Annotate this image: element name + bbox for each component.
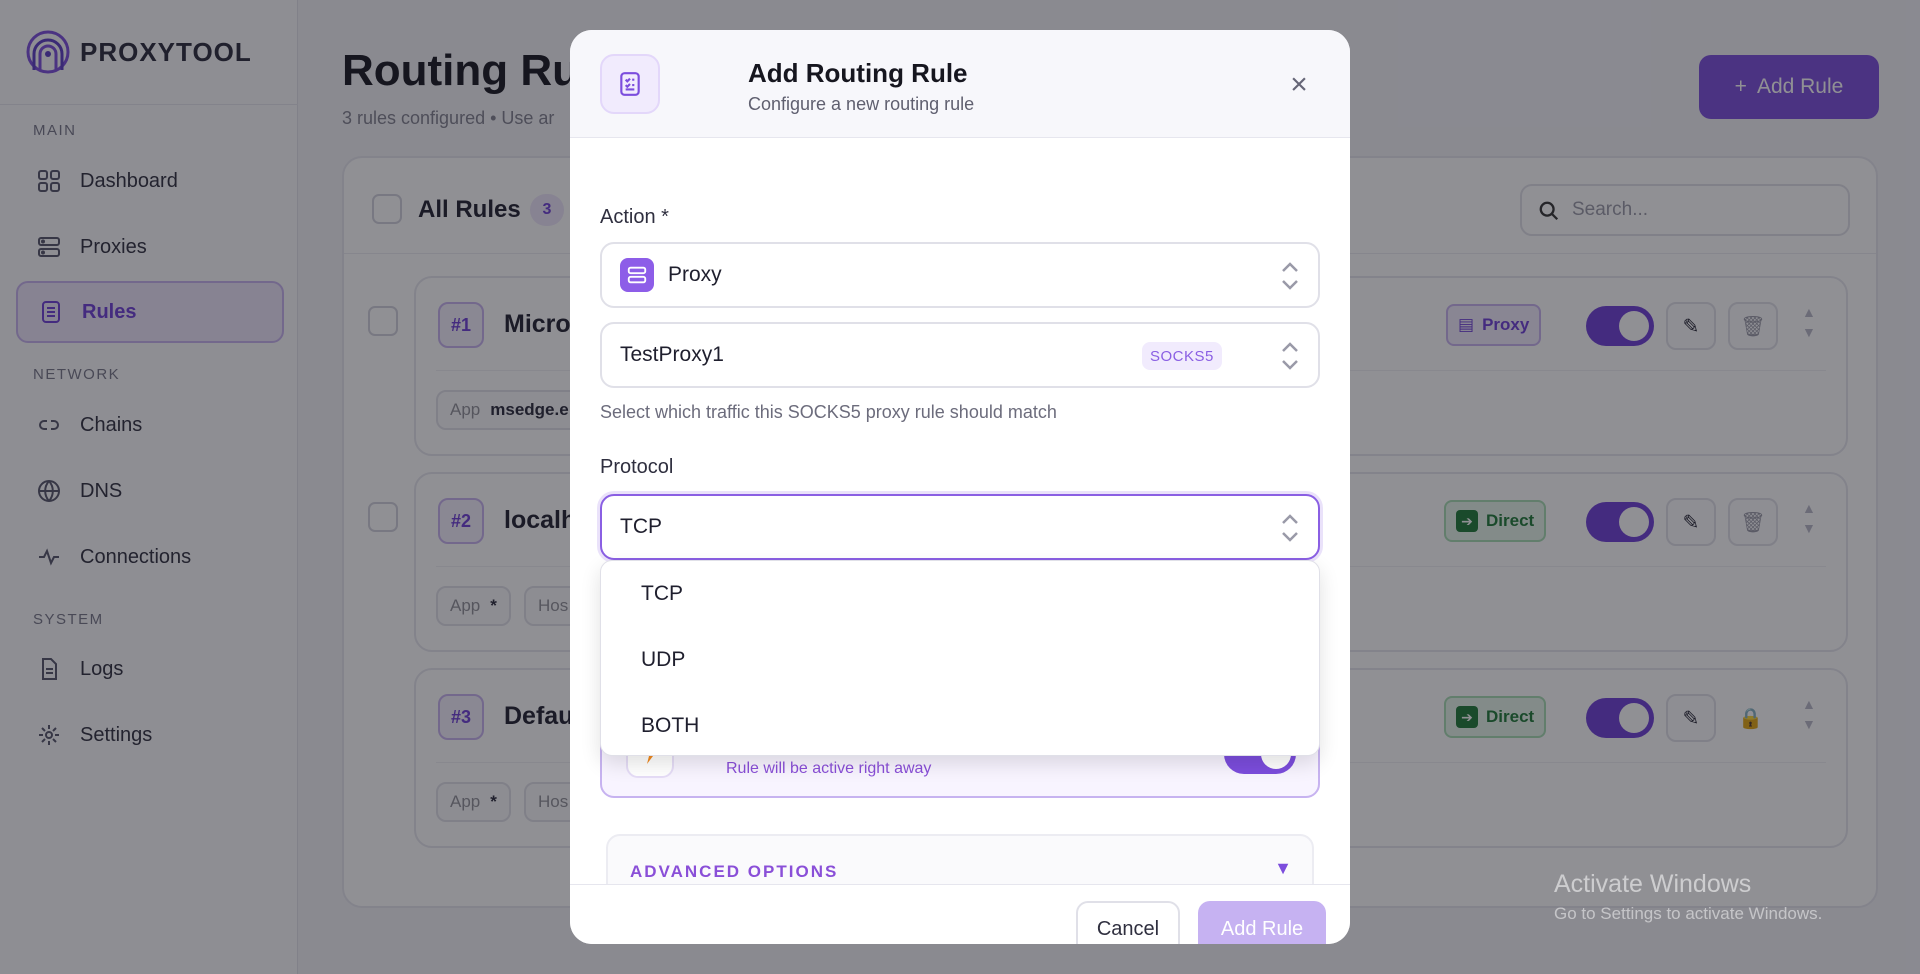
modal-subtitle: Configure a new routing rule [748,94,975,114]
proxy-select-value: TestProxy1 [620,343,724,366]
chevron-updown-icon [1282,262,1298,290]
action-select[interactable]: Proxy [600,242,1320,308]
proxy-select[interactable]: TestProxy1 SOCKS5 [600,322,1320,388]
checklist-icon [600,54,660,114]
protocol-option-tcp[interactable]: TCP [601,561,1319,627]
activate-windows-subtitle: Go to Settings to activate Windows. [1554,904,1823,923]
proxy-help-text: Select which traffic this SOCKS5 proxy r… [600,402,1057,422]
chevron-updown-icon [1282,514,1298,542]
proxy-type-badge: SOCKS5 [1142,342,1222,370]
advanced-options-toggle[interactable]: ADVANCED OPTIONS ▼ [606,834,1314,884]
close-icon[interactable]: × [1284,70,1314,100]
protocol-dropdown-list: TCP UDP BOTH [600,560,1320,756]
triangle-down-icon: ▼ [1274,858,1292,878]
action-select-value: Proxy [668,263,722,286]
advanced-options-label: ADVANCED OPTIONS [630,862,839,881]
chevron-updown-icon [1282,342,1298,370]
modal-footer: Cancel Add Rule [570,884,1350,944]
action-label: Action * [600,206,669,228]
modal-header: Add Routing Rule Configure a new routing… [570,30,1350,138]
protocol-select-value: TCP [620,515,662,538]
add-routing-rule-modal: Add Routing Rule Configure a new routing… [570,30,1350,944]
protocol-option-udp[interactable]: UDP [601,627,1319,693]
submit-add-rule-button[interactable]: Add Rule [1198,901,1326,944]
protocol-label: Protocol [600,456,674,478]
modal-body: Action * Proxy TestProxy1 SOCKS5 Select … [570,138,1350,884]
modal-title: Add Routing Rule [748,58,968,88]
server-icon [620,258,654,292]
protocol-select[interactable]: TCP [600,494,1320,560]
protocol-option-both[interactable]: BOTH [601,693,1319,759]
activate-windows-title: Activate Windows [1554,870,1752,898]
cancel-button[interactable]: Cancel [1076,901,1180,944]
enable-rule-subtitle: Rule will be active right away [726,760,932,777]
